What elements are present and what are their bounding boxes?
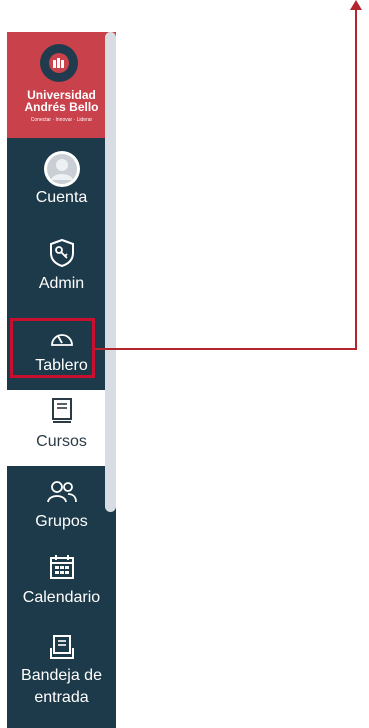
annotation-arrow (95, 0, 362, 350)
arrow-head-icon (350, 0, 362, 10)
